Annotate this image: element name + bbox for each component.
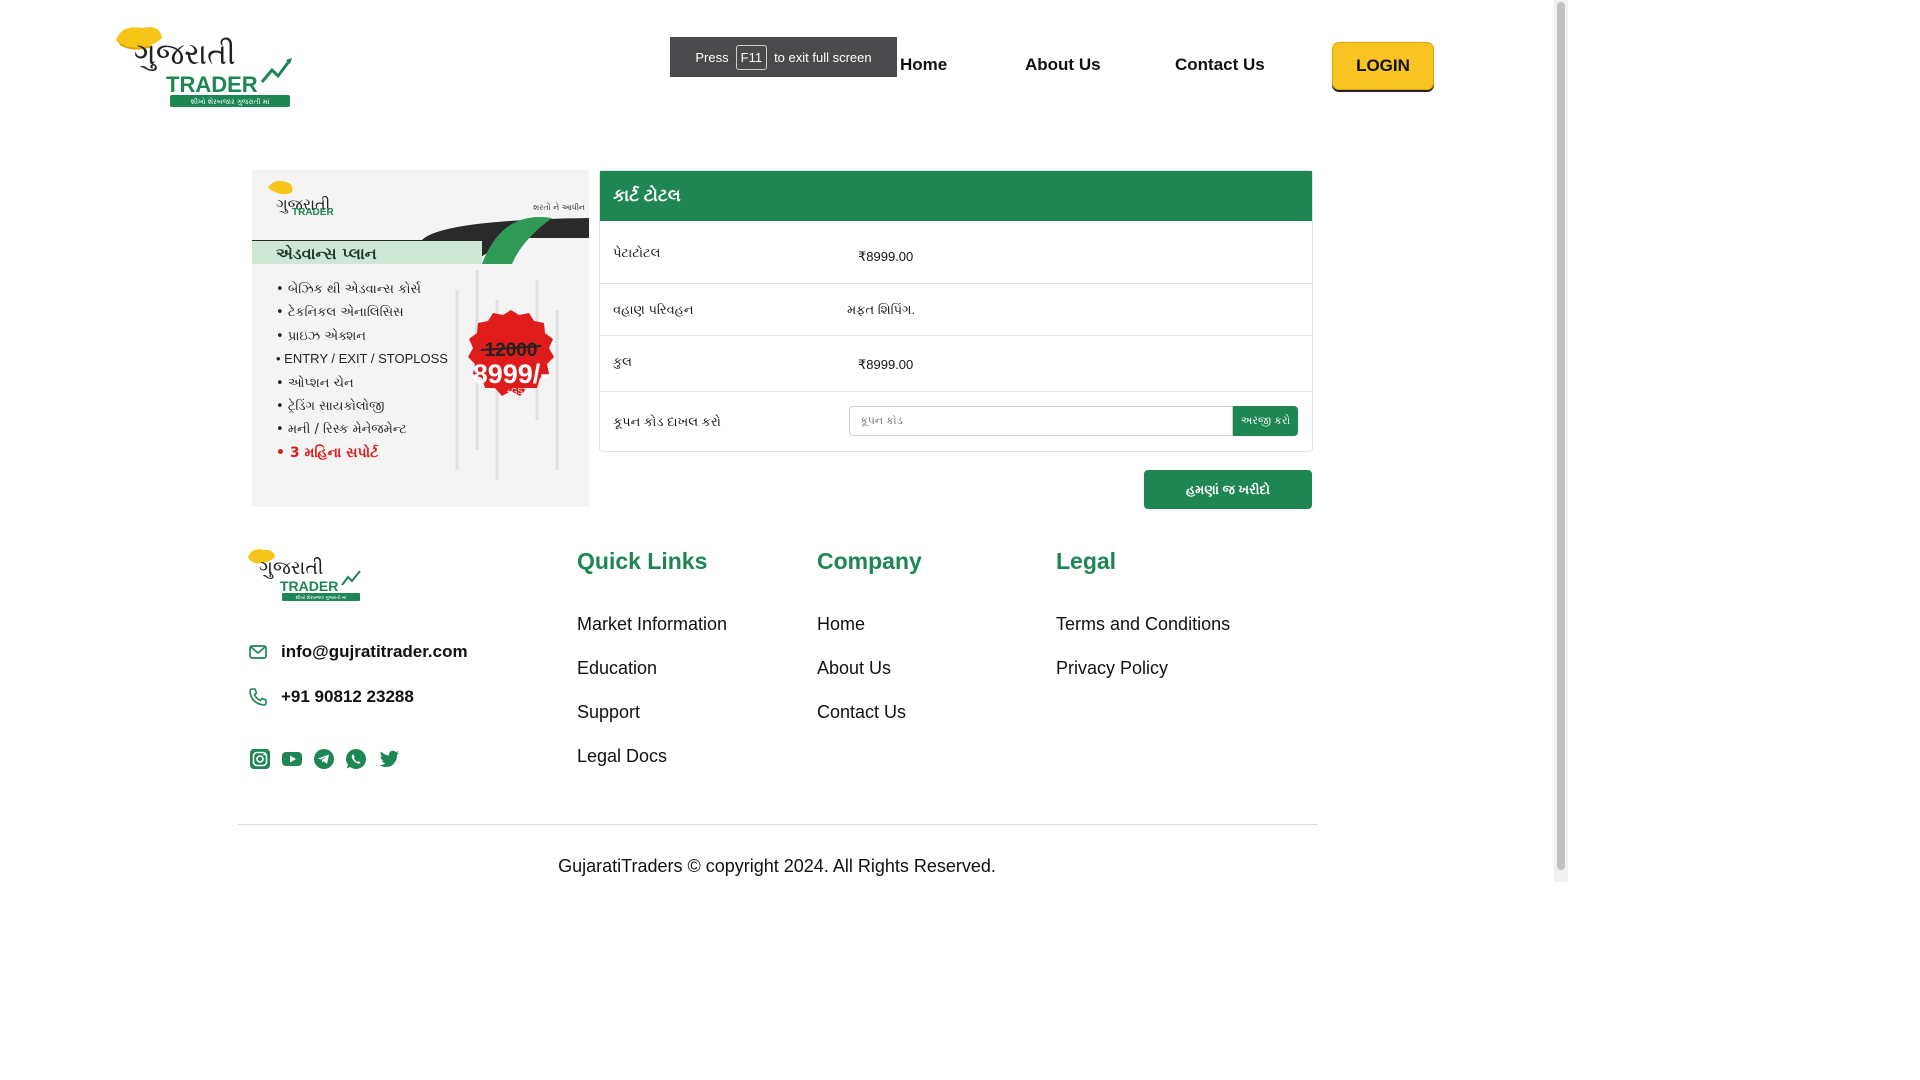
prod-support: 3 મહિના સપોર્ટ [290,443,379,461]
twitter-icon[interactable] [378,748,400,770]
instagram-icon[interactable] [249,748,271,770]
total-label: કુલ [613,354,633,369]
subtotal-row: પેટાટોટલ ₹8999.00 [600,221,1312,284]
shipping-value: મફત શિપિંગ. [847,302,916,317]
footer-phone[interactable]: +91 90812 23288 [281,687,414,707]
whatsapp-icon[interactable] [345,748,367,770]
link-legal-docs[interactable]: Legal Docs [577,746,667,767]
svg-text:• ટ્રેડિંગ સાયકોલોજી: • ટ્રેડિંગ સાયકોલોજી [276,398,384,414]
svg-text:• ઓપ્શન ચેન: • ઓપ્શન ચેન [276,375,354,391]
link-home[interactable]: Home [817,614,865,635]
nav-contact[interactable]: Contact Us [1175,55,1265,75]
logo-name: ગુજરાતી [134,37,236,72]
total-value: ₹8999.00 [858,357,914,372]
product-graphic: ગુજરાતી TRADER શરતો ને આધીન એડવાન્સ પ્લા… [252,170,589,507]
cart-total-panel: કાર્ટ ટોટલ પેટાટોટલ ₹8999.00 વહાણ પરિવહન… [599,170,1313,452]
link-market-information[interactable]: Market Information [577,614,727,635]
legal-title: Legal [1056,548,1117,574]
coupon-label: કૂપન કોડ દાખલ કરો [613,414,721,429]
shipping-row: વહાણ પરિવહન મફત શિપિંગ. [600,283,1312,336]
copyright-text: GujaratiTraders © copyright 2024. All Ri… [558,856,996,876]
footer-logo-tagline: શીખો શેરબજાર ગુજરાતી માં [296,594,347,601]
footer-logo[interactable]: ગુજરાતી TRADER શીખો શેરબજાર ગુજરાતી માં [246,547,364,603]
youtube-icon[interactable] [281,748,303,770]
login-button[interactable]: LOGIN [1332,42,1434,90]
svg-text:• ENTRY / EXIT / STOPLOSS: • ENTRY / EXIT / STOPLOSS [276,351,448,366]
logo-tagline: શીખો શેરબજાર ગુજરાતી માં [191,97,270,106]
subtotal-label: પેટાટોટલ [613,245,661,260]
link-about-us[interactable]: About Us [817,658,891,679]
prod-plan-title: એડવાન્સ પ્લાન [276,243,377,263]
footer-logo-name: ગુજરાતી [259,557,323,579]
scrollbar-thumb[interactable] [1557,2,1565,870]
prod-gst: +GST [506,387,527,396]
svg-text:• ટેકનિકલ એનાલિસિસ: • ટેકનિકલ એનાલિસિસ [276,304,404,320]
feature-1: ટેકનિકલ એનાલિસિસ [288,304,404,320]
link-terms[interactable]: Terms and Conditions [1056,614,1230,635]
logo-graphic: ગુજરાતી TRADER શીખો શેરબજાર ગુજરાતી માં [116,27,292,107]
feature-3: ENTRY / EXIT / STOPLOSS [284,351,448,366]
prod-logo-sub: TRADER [292,207,334,218]
phone-icon [249,688,267,706]
telegram-icon[interactable] [313,748,335,770]
prod-new-price: 8999/- [473,359,550,389]
svg-text:• બેઝિક થી એડવાન્સ કોર્સ: • બેઝિક થી એડવાન્સ કોર્સ [276,281,421,297]
svg-text:• 3 મહિના સપોર્ટ: • 3 મહિના સપોર્ટ [276,443,379,461]
svg-text:• મની / રિસ્ક મેનેજમેન્ટ: • મની / રિસ્ક મેનેજમેન્ટ [276,421,407,437]
quick-links-title: Quick Links [577,548,708,574]
footer-divider [238,824,1317,825]
nav-home[interactable]: Home [900,55,947,75]
link-education[interactable]: Education [577,658,657,679]
fullscreen-notice: Press F11 to exit full screen [670,37,897,77]
link-contact-us[interactable]: Contact Us [817,702,906,723]
nav-about[interactable]: About Us [1025,55,1101,75]
svg-text:• પ્રાઇઝ એક્શન: • પ્રાઇઝ એક્શન [276,328,366,344]
subtotal-value: ₹8999.00 [858,249,914,264]
fullscreen-rest: to exit full screen [774,49,872,65]
total-row: કુલ ₹8999.00 [600,335,1312,392]
apply-coupon-button[interactable]: અરજી કરો [1233,406,1298,436]
prod-corner-text: શરતો ને આધીન [533,202,585,212]
footer-email[interactable]: info@gujratitrader.com [281,642,468,662]
feature-6: મની / રિસ્ક મેનેજમેન્ટ [288,421,407,437]
prod-old-price: 12000 [485,340,538,361]
shipping-label: વહાણ પરિવહન [613,302,694,317]
f11-key: F11 [735,44,768,70]
feature-0: બેઝિક થી એડવાન્સ કોર્સ [288,281,422,297]
link-privacy-policy[interactable]: Privacy Policy [1056,658,1168,679]
company-title: Company [817,548,922,574]
feature-2: પ્રાઇઝ એક્શન [288,328,366,344]
mail-icon [249,645,267,659]
feature-5: ટ્રેડિંગ સાયકોલોજી [288,398,385,414]
feature-4: ઓપ્શન ચેન [288,375,354,391]
buy-now-button[interactable]: હમણાં જ ખરીદો [1144,470,1312,509]
site-logo[interactable]: ગુજરાતી TRADER શીખો શેરબજાર ગુજરાતી માં [112,22,298,110]
footer-logo-sub: TRADER [280,578,338,594]
logo-sub: TRADER [166,72,258,97]
product-image: ગુજરાતી TRADER શરતો ને આધીન એડવાન્સ પ્લા… [252,170,589,507]
footer-logo-graphic: ગુજરાતી TRADER શીખો શેરબજાર ગુજરાતી માં [248,549,361,601]
link-support[interactable]: Support [577,702,640,723]
cart-title: કાર્ટ ટોટલ [600,171,1312,221]
fullscreen-press: Press [695,49,729,65]
coupon-input[interactable] [849,406,1233,436]
